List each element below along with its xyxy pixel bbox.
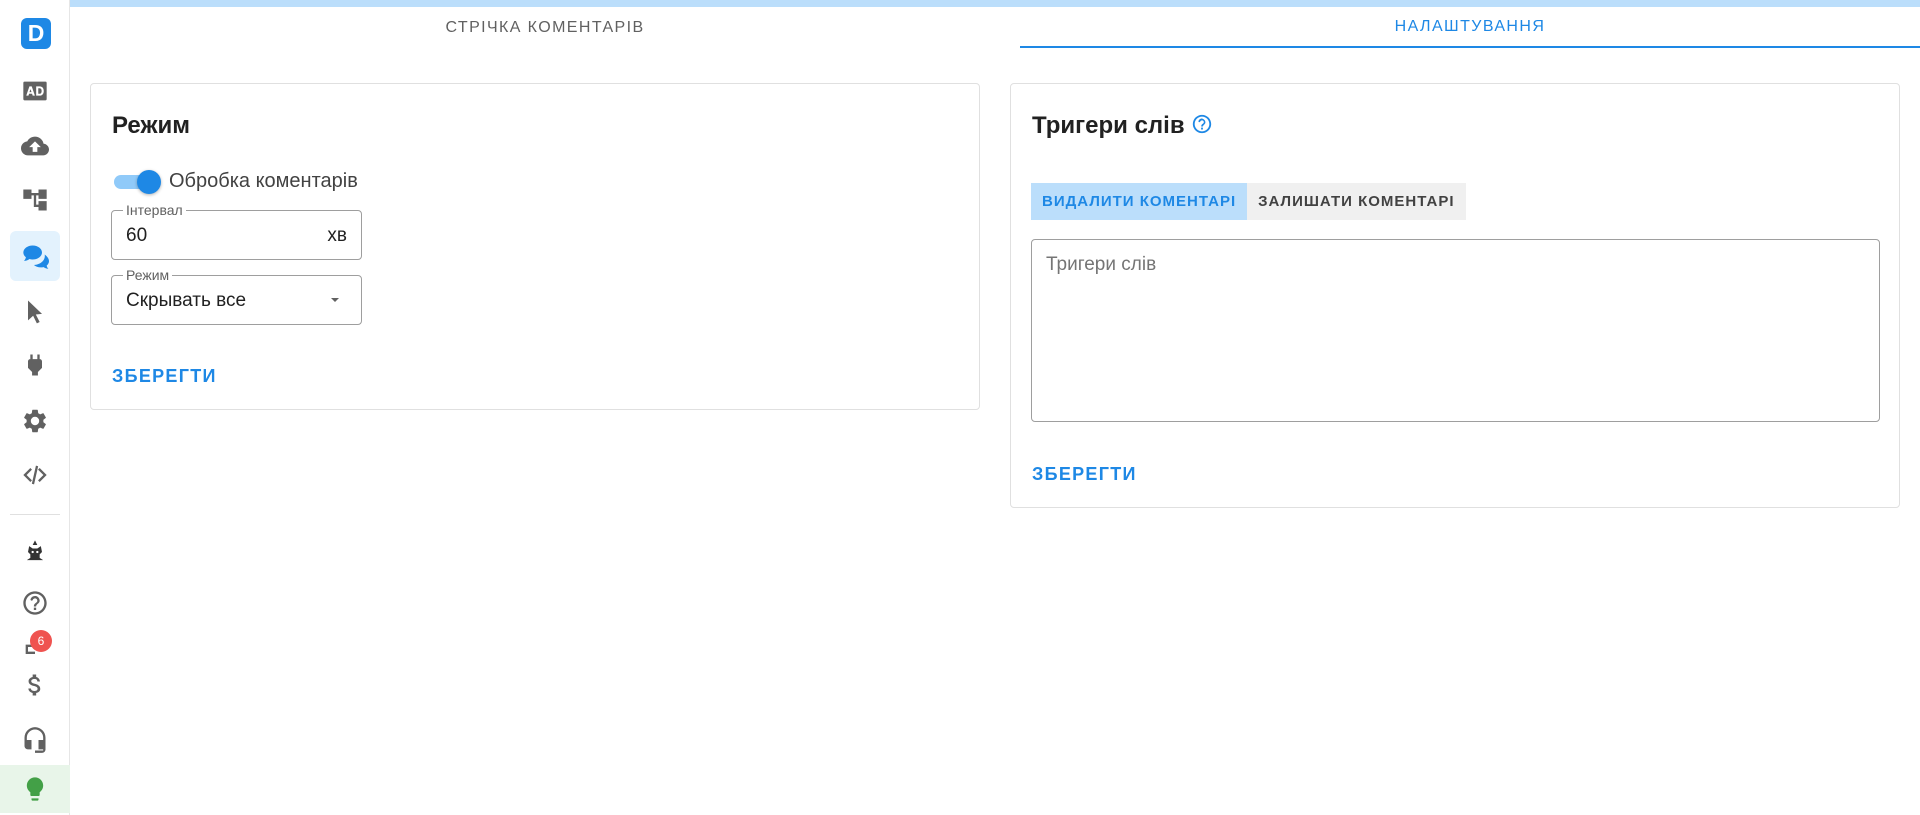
help-icon[interactable] [10, 578, 60, 628]
sidebar-divider [10, 514, 60, 515]
code-icon[interactable] [10, 450, 60, 500]
comment-processing-label: Обробка коментарів [169, 170, 358, 192]
plug-icon[interactable] [10, 340, 60, 390]
sidebar: D 6 [0, 0, 70, 815]
word-triggers-placeholder: Тригери слів [1046, 254, 1157, 275]
tab-bar: СТРІЧКА КОМЕНТАРІВ НАЛАШТУВАННЯ [90, 8, 1920, 48]
help-circle-icon[interactable] [1191, 113, 1213, 135]
mode-card-title: Режим [112, 112, 190, 139]
interval-value: 60 [126, 225, 148, 246]
mode-select[interactable]: Режим Скрывать все [111, 267, 362, 325]
mode-save-button[interactable]: ЗБЕРЕГТИ [112, 366, 217, 387]
app-logo[interactable]: D [21, 18, 51, 49]
word-triggers-textarea[interactable]: Тригери слів [1031, 239, 1880, 422]
app-root: D 6 СТРІЧКА КОМЕНТАРІВ НАЛАШТУВАННЯ Режи… [0, 0, 1920, 815]
mode-select-value: Скрывать все [126, 290, 247, 311]
chevron-down-icon [331, 298, 339, 302]
headset-icon[interactable] [10, 715, 60, 765]
trigger-action-toggle: ВИДАЛИТИ КОМЕНТАРІ ЗАЛИШАТИ КОМЕНТАРІ [1031, 183, 1466, 220]
avatar-icon[interactable] [10, 527, 60, 577]
delete-comments-button[interactable]: ВИДАЛИТИ КОМЕНТАРІ [1031, 183, 1248, 220]
ad-icon[interactable] [10, 66, 60, 116]
mode-select-label: Режим [123, 267, 173, 283]
tab-settings[interactable]: НАЛАШТУВАННЯ [1020, 8, 1920, 48]
gear-icon[interactable] [10, 396, 60, 446]
top-progress-line [70, 0, 1920, 7]
notification-badge: 6 [30, 630, 52, 652]
cloud-upload-icon[interactable] [10, 121, 60, 171]
triggers-save-button[interactable]: ЗБЕРЕГТИ [1032, 464, 1137, 485]
interval-label: Інтервал [123, 202, 186, 218]
comments-icon[interactable] [10, 231, 60, 281]
word-triggers-title: Тригери слів [1032, 112, 1185, 139]
dollar-icon[interactable] [10, 660, 60, 710]
tab-comments-feed[interactable]: СТРІЧКА КОМЕНТАРІВ [90, 8, 1000, 48]
interval-suffix: хв [327, 225, 347, 246]
logo-letter: D [27, 20, 45, 46]
keep-comments-button[interactable]: ЗАЛИШАТИ КОМЕНТАРІ [1247, 183, 1466, 220]
cursor-icon[interactable] [10, 286, 60, 336]
toggle-thumb [137, 170, 161, 194]
word-triggers-card: Тригери слів ВИДАЛИТИ КОМЕНТАРІ ЗАЛИШАТИ… [1010, 83, 1900, 508]
interval-field[interactable]: Інтервал 60 хв [111, 202, 362, 260]
comment-processing-toggle[interactable] [114, 169, 161, 194]
mode-card: Режим Обробка коментарів Інтервал 60 хв … [90, 83, 980, 410]
lightbulb-icon[interactable] [0, 765, 70, 813]
hierarchy-icon[interactable] [10, 175, 60, 225]
